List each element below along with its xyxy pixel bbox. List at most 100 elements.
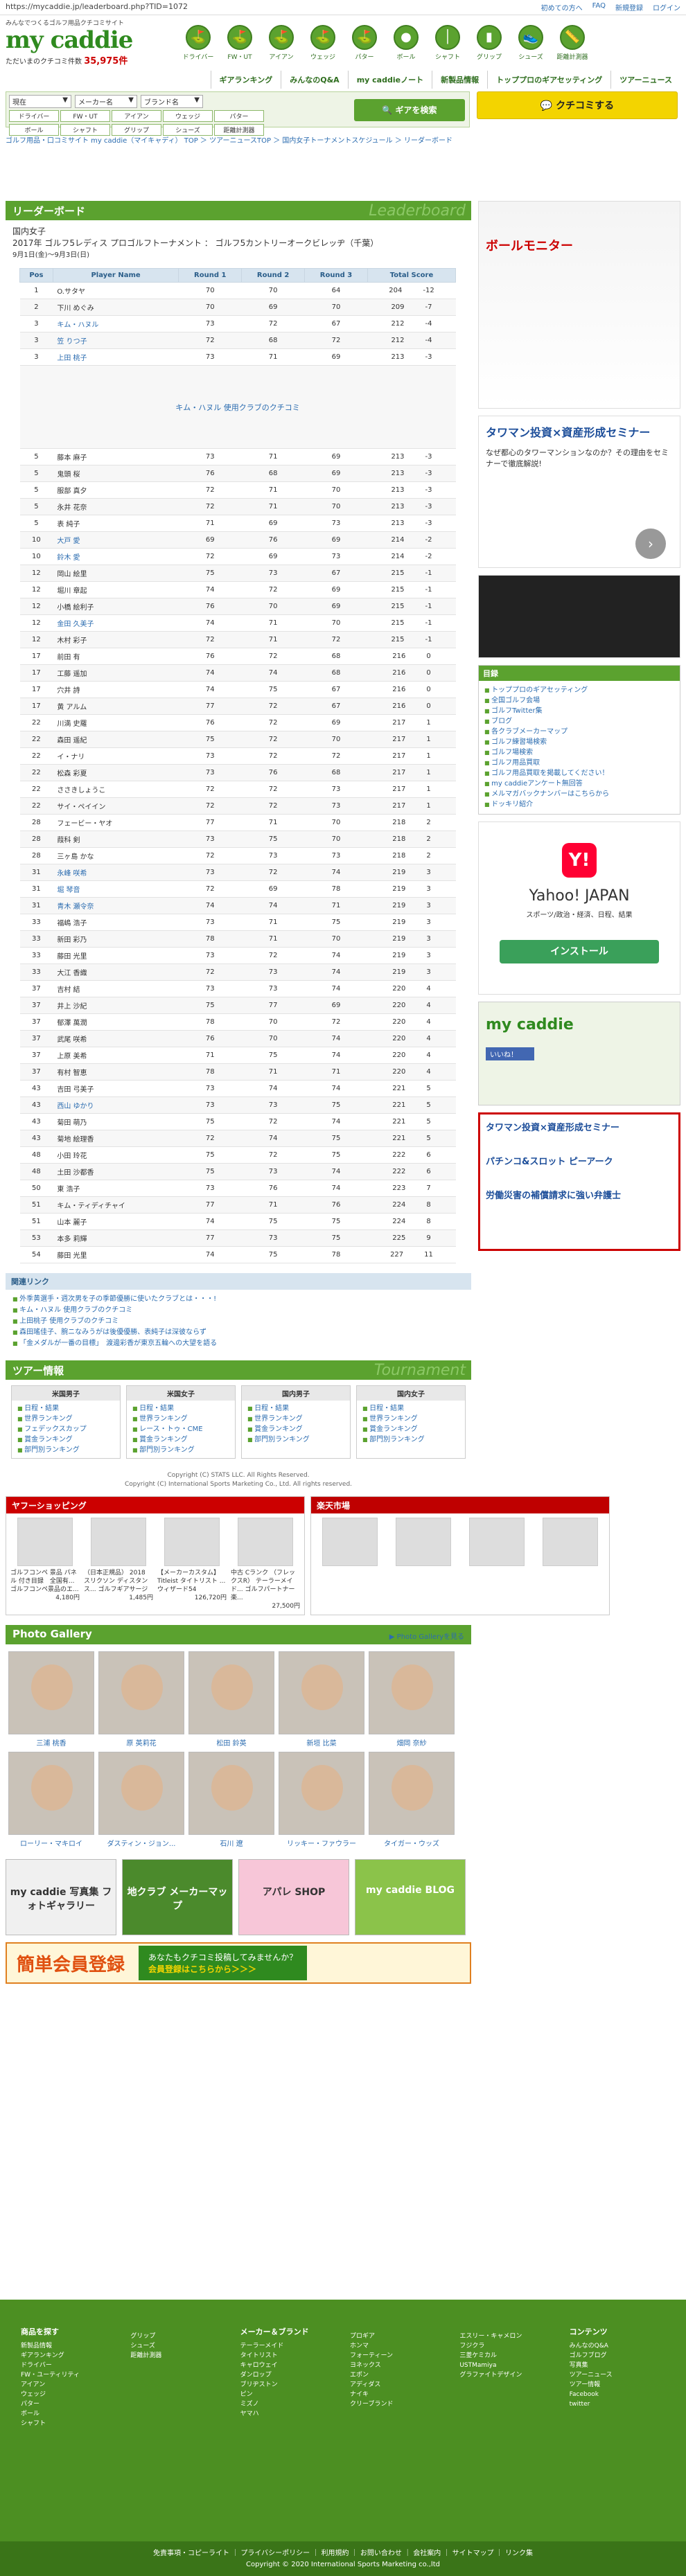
gallery-photo[interactable]: [279, 1651, 364, 1734]
tour-box-link[interactable]: 賞金ランキング: [132, 1434, 229, 1445]
photo-gallery-more-link[interactable]: ▶ Photo Galleryを見る: [389, 1628, 464, 1642]
footer-link[interactable]: USTMamiya: [459, 2361, 555, 2370]
tour-box-link[interactable]: 日程・結果: [17, 1403, 114, 1414]
product-name[interactable]: 【メーカーカスタム】 Titleist タイトリスト ... ウィザード54: [157, 1569, 227, 1594]
rakuten-product-item[interactable]: [536, 1518, 605, 1569]
footer-link[interactable]: 距離計測器: [130, 2351, 226, 2361]
footer-link[interactable]: ギアランキング: [21, 2351, 116, 2361]
gallery-name[interactable]: 畑岡 奈紗: [369, 1737, 455, 1748]
footer-link[interactable]: 写真集: [570, 2361, 665, 2370]
footer-link[interactable]: テーラーメイド: [240, 2341, 336, 2351]
category-1[interactable]: ⛳ FW・UT: [220, 25, 259, 61]
product-image[interactable]: [469, 1518, 525, 1566]
footer-link[interactable]: シャフト: [21, 2419, 116, 2428]
sidebar-link[interactable]: ゴルフ場検索: [484, 747, 674, 758]
gallery-photo[interactable]: [369, 1752, 455, 1835]
footer-link[interactable]: Facebook: [570, 2390, 665, 2399]
register-cta[interactable]: あなたもクチコミ投稿してみませんか？ 会員登録はこちらから＞＞＞: [139, 1946, 308, 1980]
nav-item-5[interactable]: ツアーニュース: [610, 71, 680, 89]
footer-link[interactable]: グラファイトデザイン: [459, 2370, 555, 2380]
promo-banner[interactable]: my caddie 写真集 フォトギャラリー: [6, 1859, 116, 1935]
tour-box-link[interactable]: 世界ランキング: [362, 1414, 459, 1424]
gallery-photo[interactable]: [98, 1651, 184, 1734]
footer-link[interactable]: FW・ユーティリティ: [21, 2370, 116, 2380]
category-5[interactable]: ● ボール: [387, 25, 425, 61]
footer-link[interactable]: ホンマ: [350, 2341, 446, 2351]
product-name[interactable]: 中古 Cランク （フレックスR） テーラーメイド... ゴルフパートナー 楽..…: [231, 1569, 300, 1602]
footer-link[interactable]: ツアーニュース: [570, 2370, 665, 2380]
promo-banner[interactable]: my caddie BLOG: [355, 1859, 466, 1935]
related-link-item[interactable]: 外季黄選手・週次男を子の季節優勝に使いたクラブとは・・・!: [12, 1294, 464, 1305]
footer-link[interactable]: シューズ: [130, 2341, 226, 2351]
footer-links[interactable]: 免責事項・コピーライト ｜ プライバシーポリシー ｜ 利用規約 ｜ お問い合わせ…: [0, 2548, 686, 2559]
tour-box-link[interactable]: 世界ランキング: [17, 1414, 114, 1424]
product-name[interactable]: ゴルフコンペ 景品 パネル 付き目録 全国有... ゴルフコンペ景品のエ...: [10, 1569, 80, 1594]
footer-link[interactable]: クリーブランド: [350, 2399, 446, 2409]
gallery-name[interactable]: ダスティン・ジョン...: [98, 1838, 184, 1848]
product-image[interactable]: [17, 1518, 73, 1566]
promo-banner[interactable]: 地クラブ メーカーマップ: [122, 1859, 233, 1935]
tour-box-link[interactable]: 部門別ランキング: [362, 1434, 459, 1445]
sidebar-link[interactable]: 各クラブメーカーマップ: [484, 727, 674, 737]
gallery-photo[interactable]: [8, 1752, 94, 1835]
category-6[interactable]: │ シャフト: [428, 25, 467, 61]
footer-link[interactable]: エポン: [350, 2370, 446, 2380]
footer-link[interactable]: キャロウェイ: [240, 2361, 336, 2370]
pr-ad-item[interactable]: パチンコ&スロット ピーアーク: [486, 1154, 673, 1167]
gallery-item[interactable]: 原 英莉花: [98, 1651, 184, 1748]
footer-link[interactable]: ブリヂストン: [240, 2380, 336, 2390]
gallery-item[interactable]: 石川 遼: [188, 1752, 274, 1848]
gallery-item[interactable]: ローリー・マキロイ: [8, 1752, 94, 1848]
sidebar-link[interactable]: ゴルフ練習場検索: [484, 737, 674, 747]
gallery-photo[interactable]: [98, 1752, 184, 1835]
footer-link[interactable]: フジクラ: [459, 2341, 555, 2351]
category-8[interactable]: 👟 シューズ: [511, 25, 550, 61]
sidebar-link[interactable]: ゴルフ用品買取: [484, 758, 674, 768]
nav-item-4[interactable]: トッププロのギアセッティング: [487, 71, 610, 89]
nav-item-1[interactable]: みんなのQ&A: [281, 71, 347, 89]
player-name[interactable]: 永峰 咲希: [53, 864, 179, 881]
search-chip[interactable]: アイアン: [112, 110, 161, 122]
footer-link[interactable]: ボール: [21, 2409, 116, 2419]
search-chip[interactable]: シューズ: [163, 124, 213, 136]
footer-link[interactable]: ドライバー: [21, 2361, 116, 2370]
player-name[interactable]: 金田 久美子: [53, 614, 179, 632]
register-banner[interactable]: 簡単会員登録 あなたもクチコミ投稿してみませんか？ 会員登録はこちらから＞＞＞: [6, 1942, 471, 1984]
footer-link[interactable]: グリップ: [130, 2331, 226, 2341]
gallery-name[interactable]: ローリー・マキロイ: [8, 1838, 94, 1848]
gallery-name[interactable]: 石川 遼: [188, 1838, 274, 1848]
tour-box-link[interactable]: 日程・結果: [132, 1403, 229, 1414]
tour-box-link[interactable]: 世界ランキング: [132, 1414, 229, 1424]
sidebar-link[interactable]: ブログ: [484, 716, 674, 727]
sidebar-link[interactable]: ゴルフTwitter集: [484, 706, 674, 716]
gallery-photo[interactable]: [188, 1651, 274, 1734]
nav-item-3[interactable]: 新製品情報: [432, 71, 487, 89]
footer-link[interactable]: ヤマハ: [240, 2409, 336, 2419]
tour-box-link[interactable]: 日程・結果: [362, 1403, 459, 1414]
footer-link[interactable]: 新製品情報: [21, 2341, 116, 2351]
footer-link[interactable]: ツアー情報: [570, 2380, 665, 2390]
sidebar-link[interactable]: ドッキリ紹介: [484, 799, 674, 810]
search-chip[interactable]: 距離計測器: [214, 124, 264, 136]
footer-link[interactable]: ウェッジ: [21, 2390, 116, 2399]
maker-select[interactable]: メーカー名 ▼: [75, 95, 137, 108]
product-image[interactable]: [238, 1518, 293, 1566]
tour-box-link[interactable]: 部門別ランキング: [17, 1445, 114, 1455]
search-chip[interactable]: シャフト: [60, 124, 110, 136]
breadcrumb[interactable]: ゴルフ用品・口コミサイト my caddie（マイキャディ） TOP ＞ ツアー…: [6, 134, 680, 145]
tour-box-link[interactable]: 賞金ランキング: [17, 1434, 114, 1445]
gallery-item[interactable]: タイガー・ウッズ: [369, 1752, 455, 1848]
sidebar-link[interactable]: 全国ゴルフ会場: [484, 695, 674, 706]
ad2-next-icon[interactable]: ›: [635, 528, 666, 559]
footer-link[interactable]: ナイキ: [350, 2390, 446, 2399]
gallery-item[interactable]: 畑岡 奈紗: [369, 1651, 455, 1748]
category-7[interactable]: ▮ グリップ: [470, 25, 509, 61]
search-chip[interactable]: グリップ: [112, 124, 161, 136]
category-9[interactable]: 📏 距離計測器: [553, 25, 592, 61]
gallery-name[interactable]: 原 英莉花: [98, 1737, 184, 1748]
sidebar-link[interactable]: my caddieアンケート無回答: [484, 779, 674, 789]
tour-box-link[interactable]: 部門別ランキング: [132, 1445, 229, 1455]
facebook-like-button[interactable]: いいね！: [486, 1047, 534, 1060]
top-link-faq[interactable]: FAQ: [592, 2, 606, 12]
footer-link[interactable]: ゴルフブログ: [570, 2351, 665, 2361]
